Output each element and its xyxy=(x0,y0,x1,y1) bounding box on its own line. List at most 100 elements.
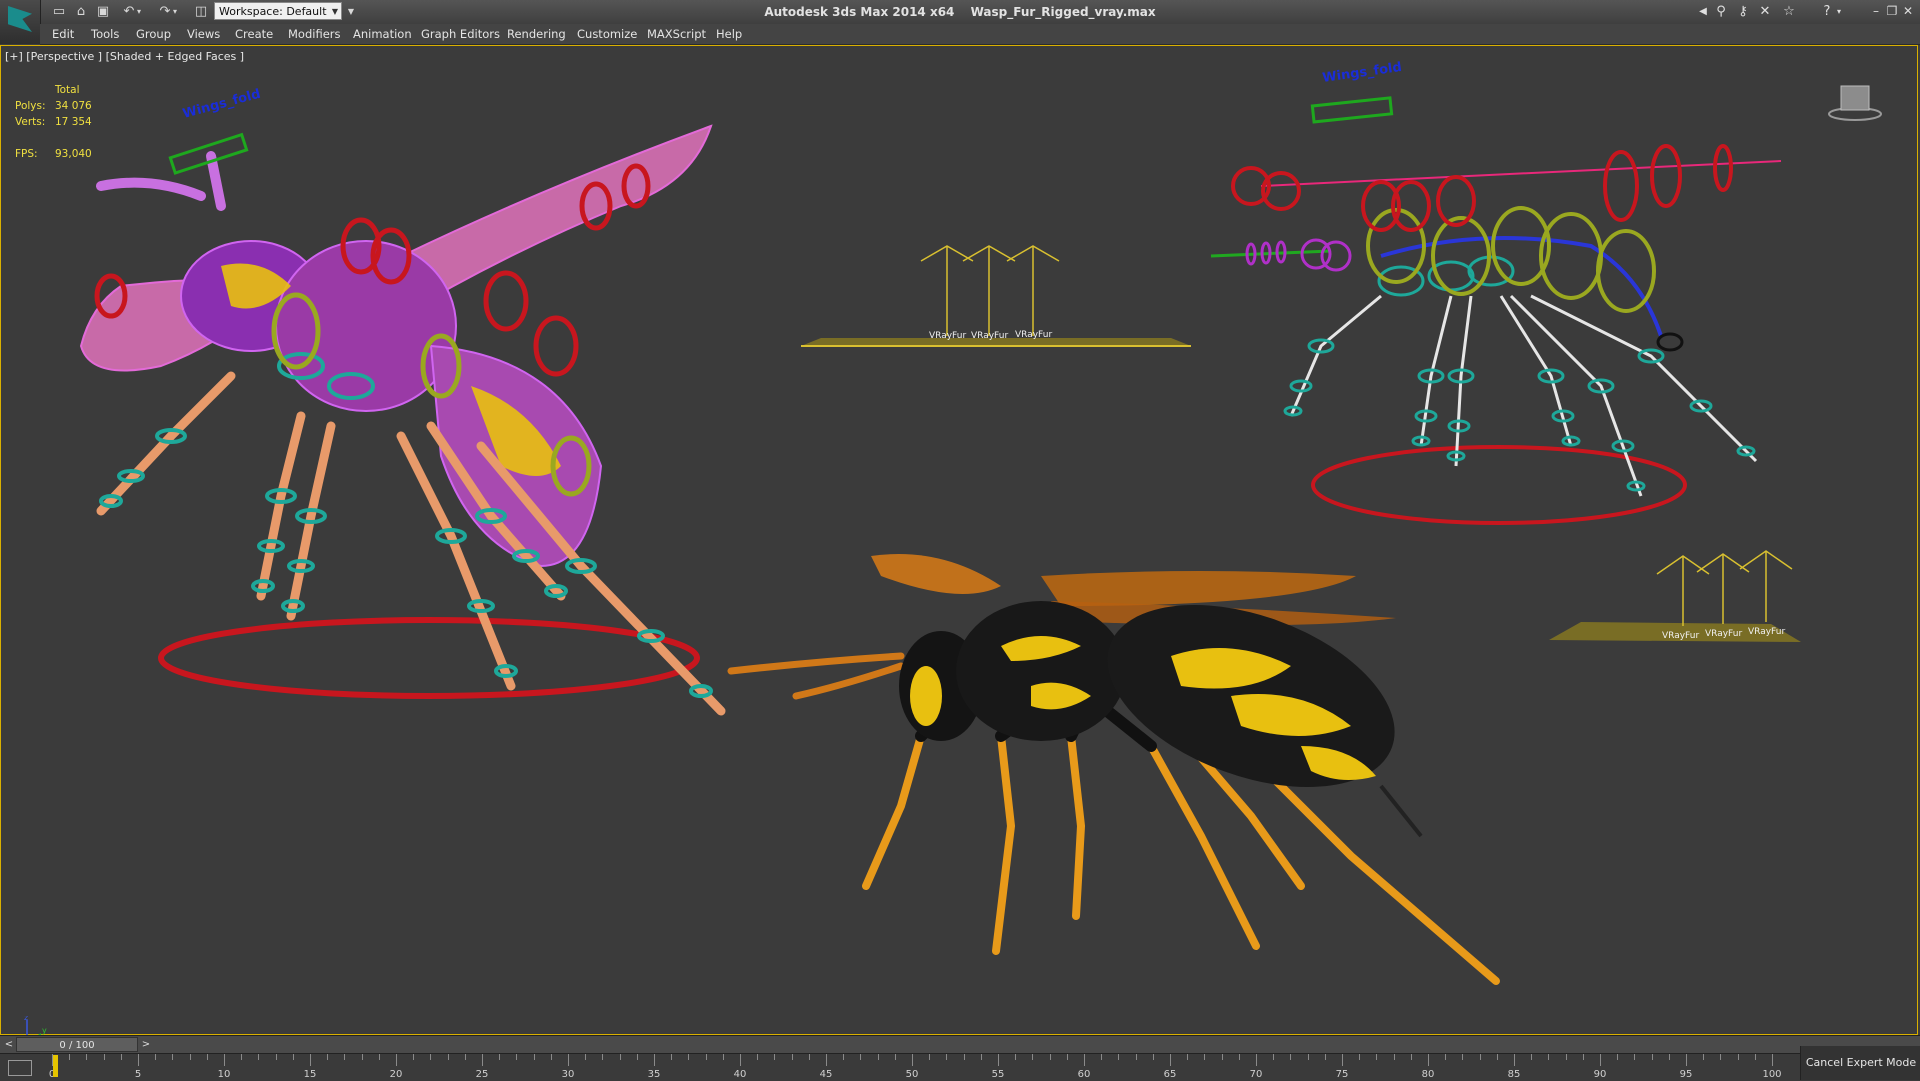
track-bar-scale[interactable]: 0 5 10 15 20 25 30 35 40 45 50 55 60 65 70 75 80 85 90 95 10… xyxy=(49,1054,1782,1081)
track-tick xyxy=(172,1054,174,1060)
menu-edit[interactable]: Edit xyxy=(52,24,74,44)
track-bar[interactable]: 0 5 10 15 20 25 30 35 40 45 50 55 60 65 70 75 80 85 90 95 10… xyxy=(0,1053,1920,1081)
infocenter-arrow-icon[interactable]: ◀ xyxy=(1694,3,1712,21)
track-tick xyxy=(826,1054,827,1066)
title-bar: ▭ ⌂ ▣ ↶ ▾ ↷ ▾ ◫ Workspace: Default ▼ ▼ A… xyxy=(0,0,1920,44)
vrayfur-helpers-middle[interactable]: VRayFur VRayFur VRayFur xyxy=(801,245,1191,347)
track-tick xyxy=(1084,1054,1085,1066)
undo-dropdown-icon[interactable]: ▾ xyxy=(134,3,144,21)
new-file-icon[interactable]: ▭ xyxy=(50,3,68,21)
menu-graph-editors[interactable]: Graph Editors xyxy=(421,24,500,44)
rendered-wasp[interactable] xyxy=(727,554,1500,985)
chevron-down-icon: ▼ xyxy=(331,7,338,16)
redo-dropdown-icon[interactable]: ▾ xyxy=(170,3,180,21)
mini-curve-editor-icon[interactable] xyxy=(8,1060,32,1076)
menu-animation[interactable]: Animation xyxy=(353,24,412,44)
vrayfur-label-3: VRayFur xyxy=(1015,330,1052,340)
track-tick xyxy=(361,1054,363,1060)
favorites-star-icon[interactable]: ☆ xyxy=(1780,3,1798,21)
workspace-select-value: Workspace: Default xyxy=(219,5,327,18)
close-icon[interactable]: ✕ xyxy=(1900,3,1916,19)
track-tick xyxy=(344,1054,346,1060)
track-tick-label: 40 xyxy=(733,1069,747,1080)
project-folder-icon[interactable]: ◫ xyxy=(192,3,210,21)
track-tick-label: 20 xyxy=(389,1069,403,1080)
menu-views[interactable]: Views xyxy=(187,24,220,44)
time-slider-prev-button[interactable]: < xyxy=(3,1038,15,1052)
app-logo-button[interactable] xyxy=(0,0,41,44)
track-tick xyxy=(1204,1054,1206,1060)
track-tick xyxy=(654,1054,655,1066)
track-tick xyxy=(671,1054,673,1060)
tools-icon[interactable]: ✕ xyxy=(1756,3,1774,21)
track-tick xyxy=(791,1054,793,1060)
wings-fold-label-right: Wings_fold xyxy=(1321,60,1402,86)
track-tick xyxy=(1565,1054,1567,1060)
track-bar-frame-cursor[interactable] xyxy=(53,1055,58,1077)
track-tick xyxy=(1462,1054,1464,1060)
open-file-icon[interactable]: ⌂ xyxy=(72,3,90,21)
track-tick xyxy=(1548,1054,1550,1060)
track-tick xyxy=(1221,1054,1223,1060)
menu-modifiers[interactable]: Modifiers xyxy=(288,24,341,44)
rig-skeleton-right[interactable]: Wings_fold xyxy=(1210,60,1782,525)
track-tick xyxy=(877,1054,879,1060)
viewport-scene: Wings_fold VRayFur VRayFur VRayFur Wings… xyxy=(79,60,1801,985)
track-tick-label: 90 xyxy=(1593,1069,1607,1080)
track-tick xyxy=(1651,1054,1653,1060)
vrayfur-label-5: VRayFur xyxy=(1705,629,1742,639)
track-tick xyxy=(1686,1054,1687,1066)
menu-rendering[interactable]: Rendering xyxy=(507,24,566,44)
track-tick xyxy=(602,1054,604,1060)
track-tick xyxy=(1479,1054,1481,1060)
axis-y-label: y xyxy=(42,1026,47,1035)
viewcube[interactable] xyxy=(1827,82,1883,122)
track-tick xyxy=(1152,1054,1154,1060)
track-tick xyxy=(138,1054,139,1066)
cancel-expert-mode-button[interactable]: Cancel Expert Mode xyxy=(1800,1046,1920,1080)
save-file-icon[interactable]: ▣ xyxy=(94,3,112,21)
track-tick-label: 10 xyxy=(217,1069,231,1080)
wireframe-wasp-rig[interactable]: Wings_fold xyxy=(79,87,726,716)
key-icon[interactable]: ⚷ xyxy=(1734,3,1752,21)
time-slider[interactable]: < 0 / 100 > xyxy=(0,1035,1920,1054)
wings-fold-label-left: Wings_fold xyxy=(181,87,262,122)
track-tick xyxy=(929,1054,931,1060)
menu-group[interactable]: Group xyxy=(136,24,171,44)
viewcube-face[interactable] xyxy=(1840,85,1870,111)
time-slider-next-button[interactable]: > xyxy=(140,1038,152,1052)
menu-create[interactable]: Create xyxy=(235,24,273,44)
menu-customize[interactable]: Customize xyxy=(577,24,637,44)
track-tick xyxy=(1066,1054,1068,1060)
track-tick xyxy=(224,1054,225,1066)
workspace-select[interactable]: Workspace: Default ▼ xyxy=(214,2,342,20)
track-tick xyxy=(619,1054,621,1060)
minimize-icon[interactable]: – xyxy=(1868,3,1884,19)
quick-access-customize-icon[interactable]: ▼ xyxy=(346,3,356,21)
track-tick xyxy=(1720,1054,1722,1060)
track-tick xyxy=(722,1054,724,1060)
track-tick xyxy=(808,1054,810,1060)
time-slider-thumb[interactable]: 0 / 100 xyxy=(16,1037,138,1052)
binoculars-icon[interactable]: ⚲ xyxy=(1712,3,1730,21)
vrayfur-helpers-right[interactable]: VRayFur VRayFur VRayFur xyxy=(1549,550,1801,642)
menu-help[interactable]: Help xyxy=(716,24,742,44)
track-tick-label: 5 xyxy=(134,1069,142,1080)
stats-verts-label: Verts: xyxy=(15,116,46,128)
vrayfur-label-6: VRayFur xyxy=(1748,627,1785,637)
track-tick xyxy=(258,1054,260,1060)
track-tick xyxy=(1410,1054,1412,1060)
track-tick-label: 50 xyxy=(905,1069,919,1080)
perspective-viewport[interactable]: Wings_fold VRayFur VRayFur VRayFur Wings… xyxy=(0,45,1918,1046)
viewport-label-menu[interactable]: [+] [Perspective ] [Shaded + Edged Faces… xyxy=(5,50,244,63)
wings-fold-control-right[interactable] xyxy=(1310,96,1394,124)
rig-ground-circle[interactable] xyxy=(158,617,700,699)
leg-controls[interactable] xyxy=(99,352,713,698)
track-tick-label: 70 xyxy=(1249,1069,1263,1080)
stats-polys-label: Polys: xyxy=(15,100,46,112)
help-dropdown-icon[interactable]: ▾ xyxy=(1834,3,1844,21)
menu-tools[interactable]: Tools xyxy=(91,24,119,44)
track-tick xyxy=(860,1054,862,1060)
menu-maxscript[interactable]: MAXScript xyxy=(647,24,706,44)
restore-icon[interactable]: ❐ xyxy=(1884,3,1900,19)
